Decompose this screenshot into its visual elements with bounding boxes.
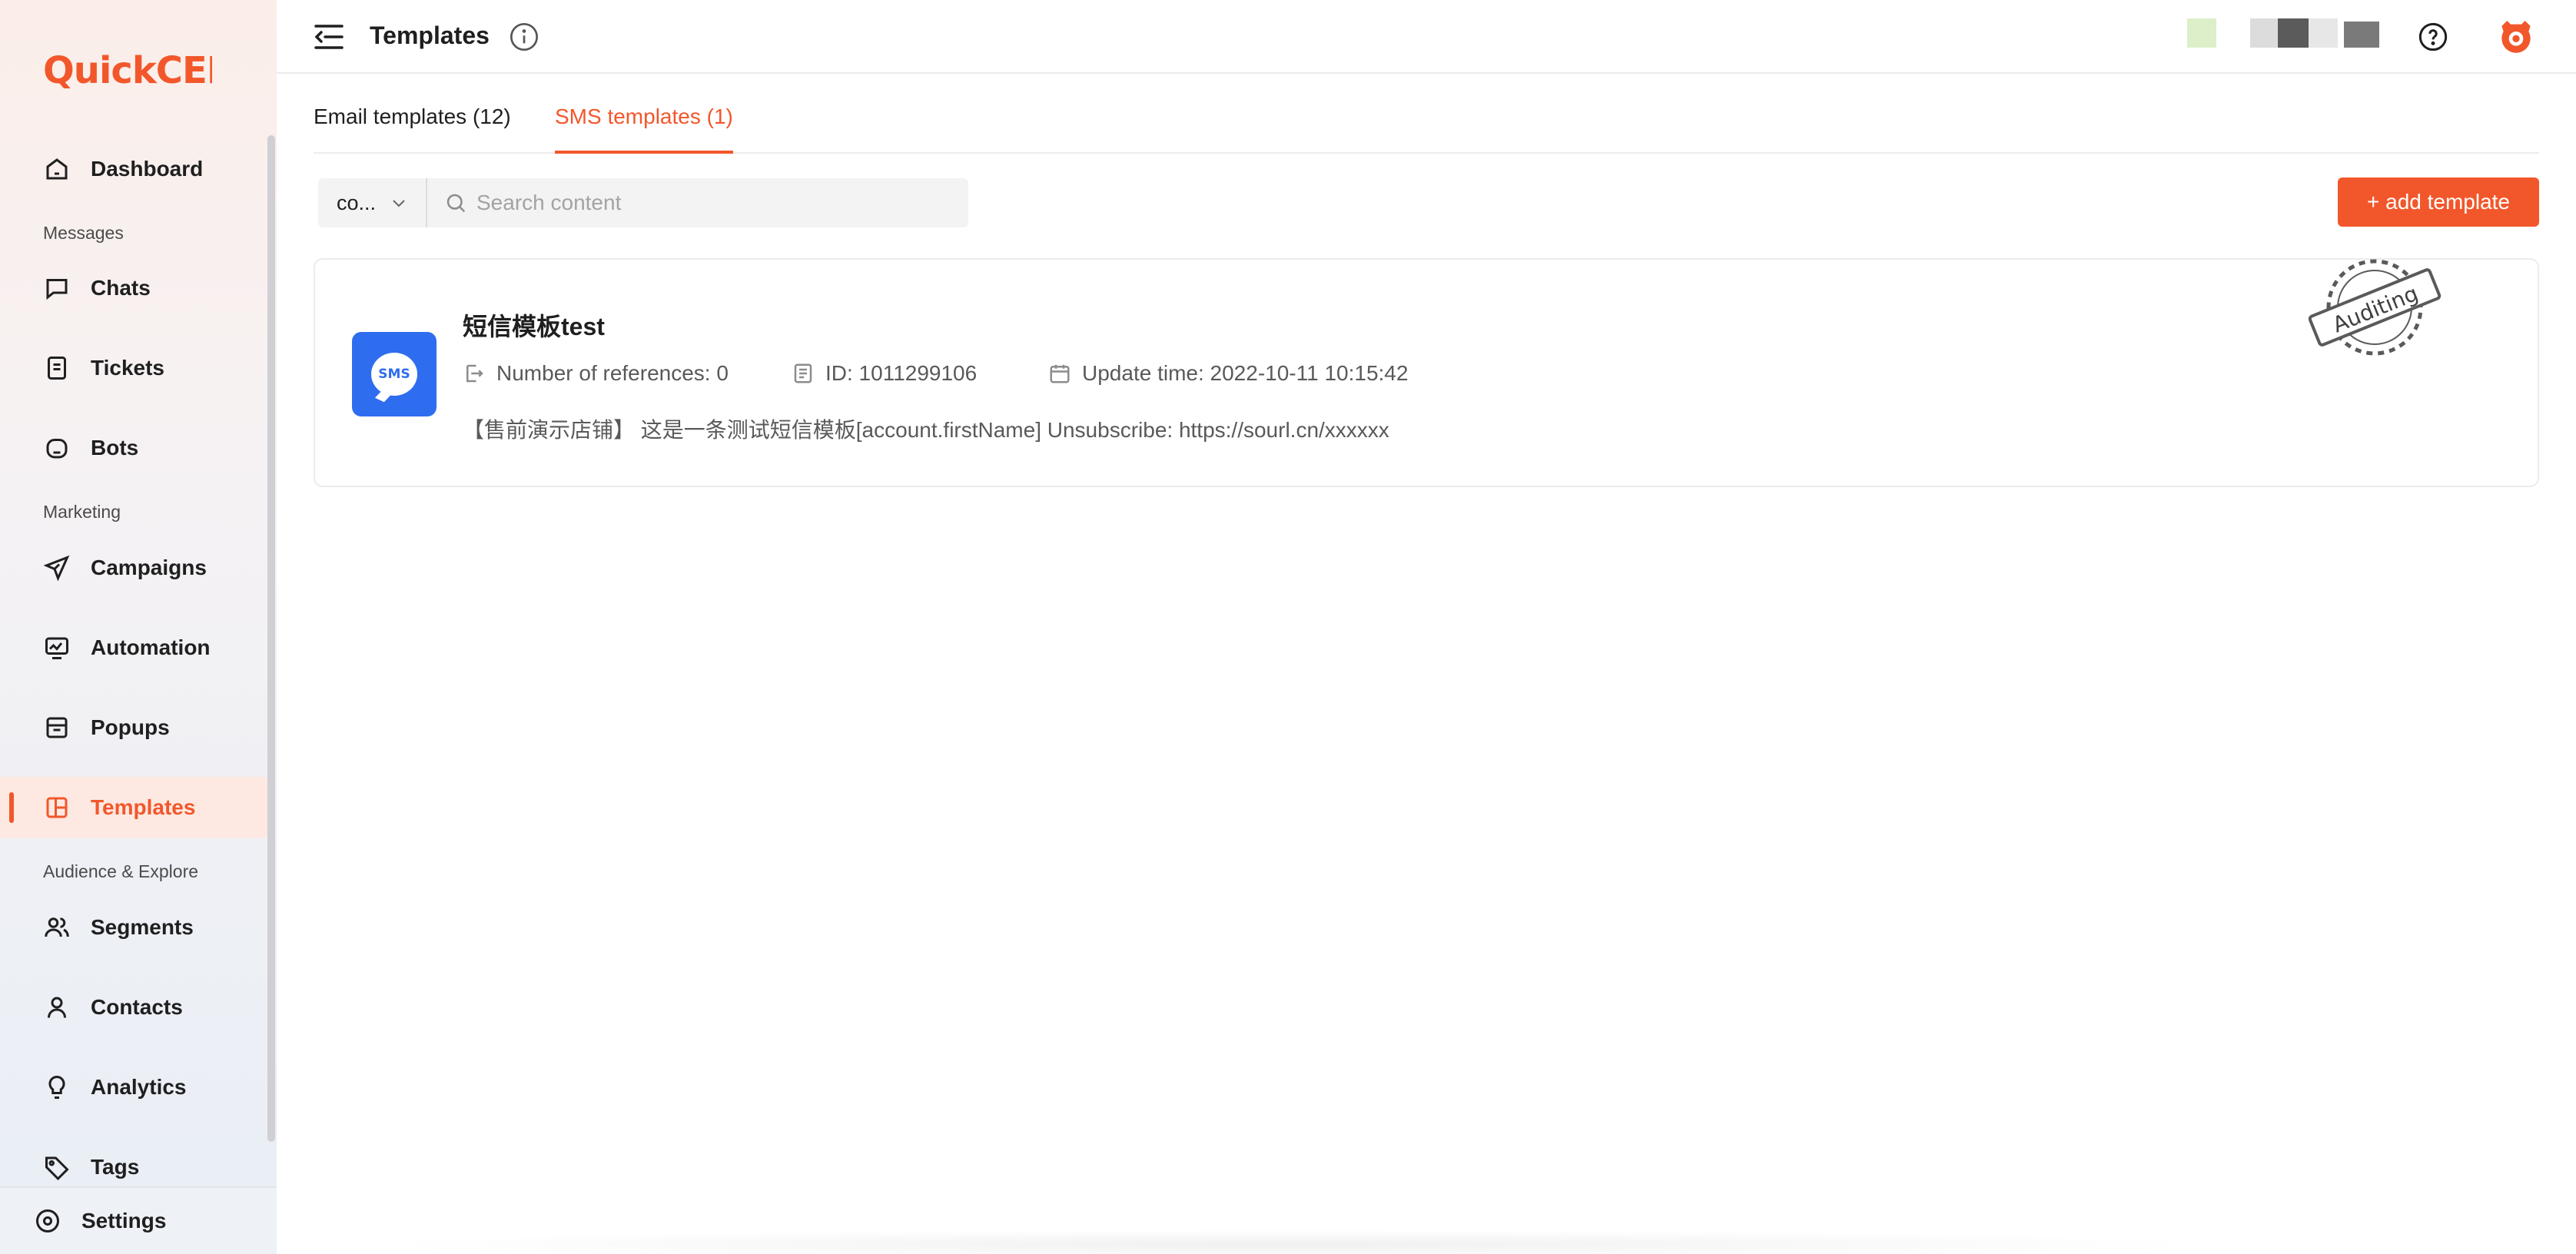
color-swatch bbox=[2309, 18, 2338, 48]
color-swatch bbox=[2250, 18, 2278, 48]
color-swatch bbox=[2278, 18, 2309, 48]
bot-icon bbox=[43, 434, 71, 462]
sidebar-item-label: Dashboard bbox=[91, 157, 204, 181]
references-text: Number of references: 0 bbox=[496, 361, 729, 385]
section-label-audience: Audience & Explore bbox=[43, 861, 199, 881]
sidebar-item-dashboard[interactable]: Dashboard bbox=[0, 138, 269, 200]
menu-collapse-icon[interactable] bbox=[314, 23, 344, 51]
search-bar: co... bbox=[318, 178, 968, 227]
home-icon bbox=[43, 155, 71, 183]
sidebar-item-campaigns[interactable]: Campaigns bbox=[0, 537, 269, 599]
color-swatch bbox=[2187, 18, 2216, 48]
ticket-icon bbox=[43, 354, 71, 382]
sms-badge-label: SMS bbox=[371, 353, 417, 396]
update-time-text: Update time: 2022-10-11 10:15:42 bbox=[1082, 361, 1409, 385]
id-text: ID: 1011299106 bbox=[825, 361, 978, 385]
auditing-stamp: Auditing bbox=[2308, 259, 2442, 356]
search-icon bbox=[444, 191, 467, 214]
settings-icon bbox=[34, 1207, 61, 1235]
sidebar-item-label: Segments bbox=[91, 915, 194, 939]
section-label-marketing: Marketing bbox=[43, 502, 121, 522]
sidebar-scrollbar[interactable] bbox=[267, 135, 275, 1142]
sidebar-item-label: Tickets bbox=[91, 356, 164, 380]
template-name[interactable]: 短信模板test bbox=[463, 307, 605, 343]
sidebar-item-label: Settings bbox=[81, 1209, 167, 1232]
automation-icon bbox=[43, 634, 71, 662]
id-meta: ID: 1011299106 bbox=[792, 361, 977, 386]
svg-text:QuickCEP: QuickCEP bbox=[43, 49, 212, 92]
search-input[interactable] bbox=[476, 191, 953, 215]
bottom-shadow bbox=[369, 1229, 2213, 1254]
chat-icon bbox=[43, 274, 71, 302]
tag-icon bbox=[43, 1153, 71, 1181]
sidebar-item-bots[interactable]: Bots bbox=[0, 417, 269, 479]
add-template-button[interactable]: + add template bbox=[2338, 177, 2539, 227]
sidebar-item-label: Analytics bbox=[91, 1075, 187, 1099]
sidebar-item-label: Templates bbox=[91, 795, 196, 819]
quickcep-avatar-icon[interactable] bbox=[2495, 15, 2538, 58]
sidebar-item-chats[interactable]: Chats bbox=[0, 257, 269, 319]
template-content: 【售前演示店铺】 这是一条测试短信模板[account.firstName] U… bbox=[463, 418, 1389, 442]
users-icon bbox=[43, 914, 71, 941]
chevron-down-icon bbox=[390, 194, 408, 212]
id-icon bbox=[792, 362, 815, 385]
tab-email-templates[interactable]: Email templates (12) bbox=[314, 104, 511, 154]
calendar-icon bbox=[1048, 362, 1071, 385]
top-bar: Templates bbox=[277, 0, 2576, 74]
tab-sms-templates[interactable]: SMS templates (1) bbox=[555, 104, 733, 154]
color-swatch bbox=[2344, 22, 2379, 48]
sidebar-item-label: Tags bbox=[91, 1155, 140, 1179]
sidebar-item-label: Chats bbox=[91, 276, 151, 300]
sidebar-item-label: Popups bbox=[91, 715, 170, 739]
sidebar-item-popups[interactable]: Popups bbox=[0, 697, 269, 758]
sidebar-item-label: Automation bbox=[91, 635, 211, 659]
section-label-messages: Messages bbox=[43, 223, 124, 243]
sidebar-item-label: Contacts bbox=[91, 995, 183, 1019]
template-icon bbox=[43, 794, 71, 821]
help-icon[interactable] bbox=[2418, 22, 2448, 52]
quickcep-logo-mark: QuickCEP bbox=[43, 49, 212, 92]
sidebar-item-templates[interactable]: Templates bbox=[0, 777, 269, 838]
sidebar: QuickCEP Dashboard Messages Chats Ticket… bbox=[0, 0, 277, 1254]
popup-icon bbox=[43, 714, 71, 741]
sidebar-item-analytics[interactable]: Analytics bbox=[0, 1057, 269, 1118]
reference-icon bbox=[463, 362, 486, 385]
user-icon bbox=[43, 994, 71, 1021]
quickcep-logo[interactable]: QuickCEP bbox=[43, 48, 212, 92]
update-time-meta: Update time: 2022-10-11 10:15:42 bbox=[1048, 361, 1408, 386]
references-meta: Number of references: 0 bbox=[463, 361, 729, 386]
page-title: Templates bbox=[370, 22, 490, 49]
template-tabs: Email templates (12) SMS templates (1) bbox=[314, 97, 2539, 154]
bulb-icon bbox=[43, 1073, 71, 1101]
sidebar-item-segments[interactable]: Segments bbox=[0, 897, 269, 958]
sidebar-item-contacts[interactable]: Contacts bbox=[0, 977, 269, 1038]
send-icon bbox=[43, 554, 71, 582]
sidebar-item-tickets[interactable]: Tickets bbox=[0, 337, 269, 399]
sidebar-item-automation[interactable]: Automation bbox=[0, 617, 269, 678]
search-field-select[interactable]: co... bbox=[318, 178, 427, 227]
select-value: co... bbox=[337, 191, 377, 214]
sidebar-item-label: Campaigns bbox=[91, 556, 207, 579]
template-card[interactable]: SMS 短信模板test Number of references: 0 ID:… bbox=[314, 258, 2539, 487]
sidebar-item-settings[interactable]: Settings bbox=[0, 1186, 277, 1254]
sidebar-item-label: Bots bbox=[91, 436, 139, 459]
info-icon[interactable] bbox=[509, 22, 539, 52]
sms-icon: SMS bbox=[352, 332, 437, 416]
